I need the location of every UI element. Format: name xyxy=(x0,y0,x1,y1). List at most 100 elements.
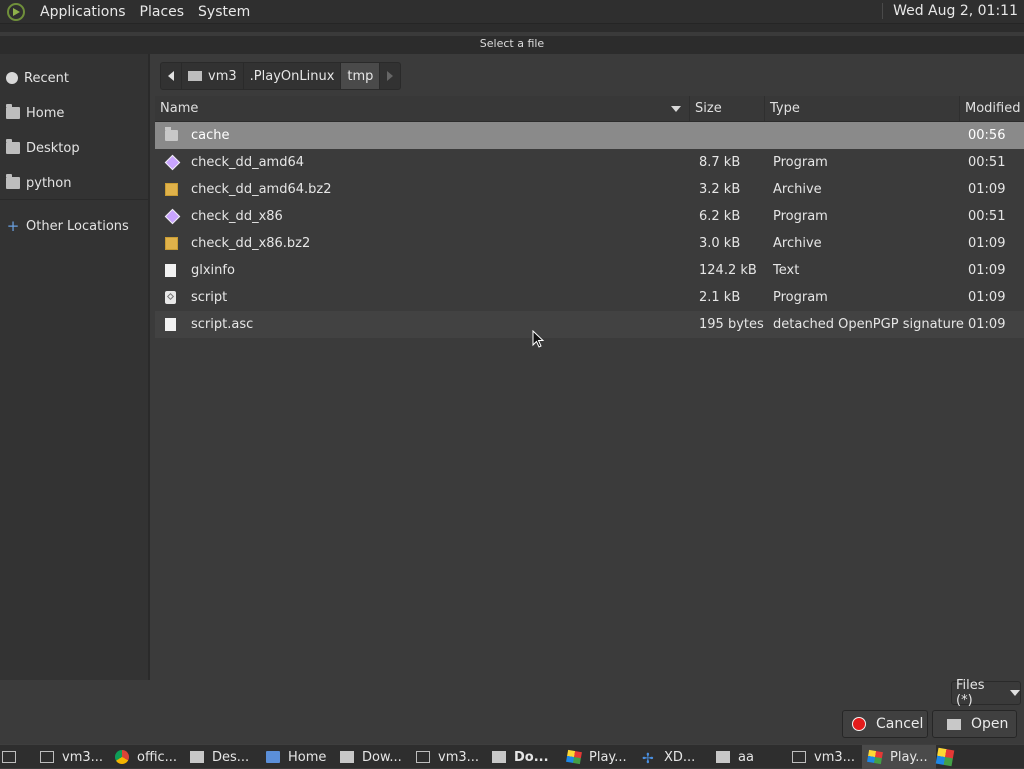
terminal-icon xyxy=(792,751,806,763)
path-segment-label: .PlayOnLinux xyxy=(249,68,335,84)
taskbar-item-documents[interactable]: Do... xyxy=(492,745,549,769)
sidebar-item-label: python xyxy=(26,175,72,191)
file-list[interactable]: Name Size Type Modified cache 00:56 chec… xyxy=(155,96,1024,680)
playonlinux-icon xyxy=(867,749,883,765)
list-header: Name Size Type Modified xyxy=(155,96,1024,122)
xdialog-icon: ✢ xyxy=(642,751,654,767)
open-button[interactable]: Open xyxy=(932,710,1017,738)
table-row[interactable]: check_dd_x86 6.2 kB Program 00:51 xyxy=(155,203,1024,230)
path-segment-playonlinux[interactable]: .PlayOnLinux xyxy=(242,62,342,90)
places-menu[interactable]: Places xyxy=(133,4,192,20)
taskbar-item-vm3-2[interactable]: vm3... xyxy=(416,745,479,769)
sidebar-item-home[interactable]: Home xyxy=(6,102,64,124)
cancel-label: Cancel xyxy=(876,716,924,732)
file-type: Archive xyxy=(773,182,822,197)
path-scroll-right-button[interactable] xyxy=(379,62,402,90)
table-row[interactable]: script 2.1 kB Program 01:09 xyxy=(155,284,1024,311)
taskbar-item-playonlinux-2[interactable]: Play... xyxy=(862,745,936,769)
path-segment-tmp[interactable]: tmp xyxy=(340,62,381,90)
column-header-size[interactable]: Size xyxy=(690,96,765,121)
file-modified: 00:56 xyxy=(968,128,1006,143)
sort-descending-icon xyxy=(671,106,681,112)
column-header-label: Modified xyxy=(965,101,1021,116)
table-row[interactable]: check_dd_amd64 8.7 kB Program 00:51 xyxy=(155,149,1024,176)
file-type: Text xyxy=(773,263,800,278)
file-size: 8.7 kB xyxy=(699,155,741,170)
text-file-icon xyxy=(165,318,176,331)
taskbar-item-xdialog[interactable]: ✢ XD... xyxy=(642,745,695,769)
column-header-type[interactable]: Type xyxy=(765,96,960,121)
taskbar-item-label: aa xyxy=(738,749,754,765)
table-row[interactable]: glxinfo 124.2 kB Text 01:09 xyxy=(155,257,1024,284)
file-name: glxinfo xyxy=(191,263,235,278)
file-name: script xyxy=(191,290,228,305)
taskbar-item-downloads[interactable]: Dow... xyxy=(340,745,402,769)
document-icon xyxy=(266,751,280,763)
path-bar: vm3 .PlayOnLinux tmp xyxy=(160,62,402,90)
sidebar-item-recent[interactable]: Recent xyxy=(6,67,69,89)
taskbar-item-aa[interactable]: aa xyxy=(716,745,754,769)
table-row[interactable]: check_dd_x86.bz2 3.0 kB Archive 01:09 xyxy=(155,230,1024,257)
taskbar-item-desktop[interactable]: Des... xyxy=(190,745,249,769)
path-segment-label: vm3 xyxy=(208,68,237,84)
program-icon xyxy=(164,208,181,225)
show-desktop-button[interactable] xyxy=(2,745,16,769)
places-sidebar: Recent Home Desktop python + Other Locat… xyxy=(0,54,150,680)
folder-icon xyxy=(716,751,730,763)
taskbar-item-home[interactable]: Home xyxy=(266,745,326,769)
taskbar-item-vm3-3[interactable]: vm3... xyxy=(792,745,855,769)
sidebar-item-other-locations[interactable]: + Other Locations xyxy=(6,215,129,237)
column-header-label: Name xyxy=(160,101,199,116)
applications-menu[interactable]: Applications xyxy=(33,4,133,20)
column-header-name[interactable]: Name xyxy=(155,96,690,121)
column-header-modified[interactable]: Modified xyxy=(960,96,1024,121)
taskbar-item-label: Play... xyxy=(589,749,627,765)
terminal-icon xyxy=(40,751,54,763)
file-modified: 01:09 xyxy=(968,182,1006,197)
path-segment-vm3[interactable]: vm3 xyxy=(181,62,244,90)
sidebar-item-desktop[interactable]: Desktop xyxy=(6,137,80,159)
terminal-icon xyxy=(416,751,430,763)
taskbar-item-office[interactable]: offic... xyxy=(115,745,177,769)
file-modified: 01:09 xyxy=(968,236,1006,251)
file-type-filter[interactable]: Files (*) xyxy=(951,678,1021,708)
file-modified: 00:51 xyxy=(968,209,1006,224)
dialog-title: Select a file xyxy=(479,37,545,50)
header-bar xyxy=(0,32,1024,36)
tray-app-button[interactable] xyxy=(935,745,957,769)
table-row[interactable]: script.asc 195 bytes detached OpenPGP si… xyxy=(155,311,1024,338)
file-name: check_dd_x86 xyxy=(191,209,283,224)
file-size: 195 bytes xyxy=(699,317,764,332)
clock-icon xyxy=(6,72,18,84)
chrome-icon xyxy=(115,750,129,764)
cancel-icon xyxy=(852,717,866,731)
taskbar-item-label: XD... xyxy=(664,749,696,765)
sidebar-item-python[interactable]: python xyxy=(6,172,71,194)
path-segment-label: tmp xyxy=(347,68,374,84)
file-name: cache xyxy=(191,128,230,143)
playonlinux-icon xyxy=(935,747,955,767)
taskbar-item-label: offic... xyxy=(137,749,178,765)
taskbar-item-label: Do... xyxy=(514,749,549,765)
file-size: 3.0 kB xyxy=(699,236,741,251)
file-size: 2.1 kB xyxy=(699,290,741,305)
taskbar-item-playonlinux-1[interactable]: Play... xyxy=(566,745,627,769)
distro-logo-icon[interactable] xyxy=(7,2,25,21)
desktop-icon xyxy=(6,139,20,154)
table-row[interactable]: cache 00:56 xyxy=(155,122,1024,149)
show-desktop-icon xyxy=(2,751,16,763)
column-header-label: Size xyxy=(695,101,722,116)
clock[interactable]: Wed Aug 2, 01:11 xyxy=(882,3,1018,19)
path-scroll-left-button[interactable] xyxy=(160,62,182,90)
system-menu[interactable]: System xyxy=(191,4,257,20)
table-row[interactable]: check_dd_amd64.bz2 3.2 kB Archive 01:09 xyxy=(155,176,1024,203)
taskbar-item-label: vm3... xyxy=(62,749,104,765)
taskbar-item-label: Dow... xyxy=(362,749,402,765)
taskbar-item-vm3-1[interactable]: vm3... xyxy=(40,745,103,769)
file-type: Program xyxy=(773,155,828,170)
archive-icon xyxy=(165,237,178,250)
top-panel: Applications Places System Wed Aug 2, 01… xyxy=(0,0,1024,24)
sidebar-item-label: Other Locations xyxy=(26,218,129,234)
file-modified: 00:51 xyxy=(968,155,1006,170)
cancel-button[interactable]: Cancel xyxy=(842,710,928,738)
